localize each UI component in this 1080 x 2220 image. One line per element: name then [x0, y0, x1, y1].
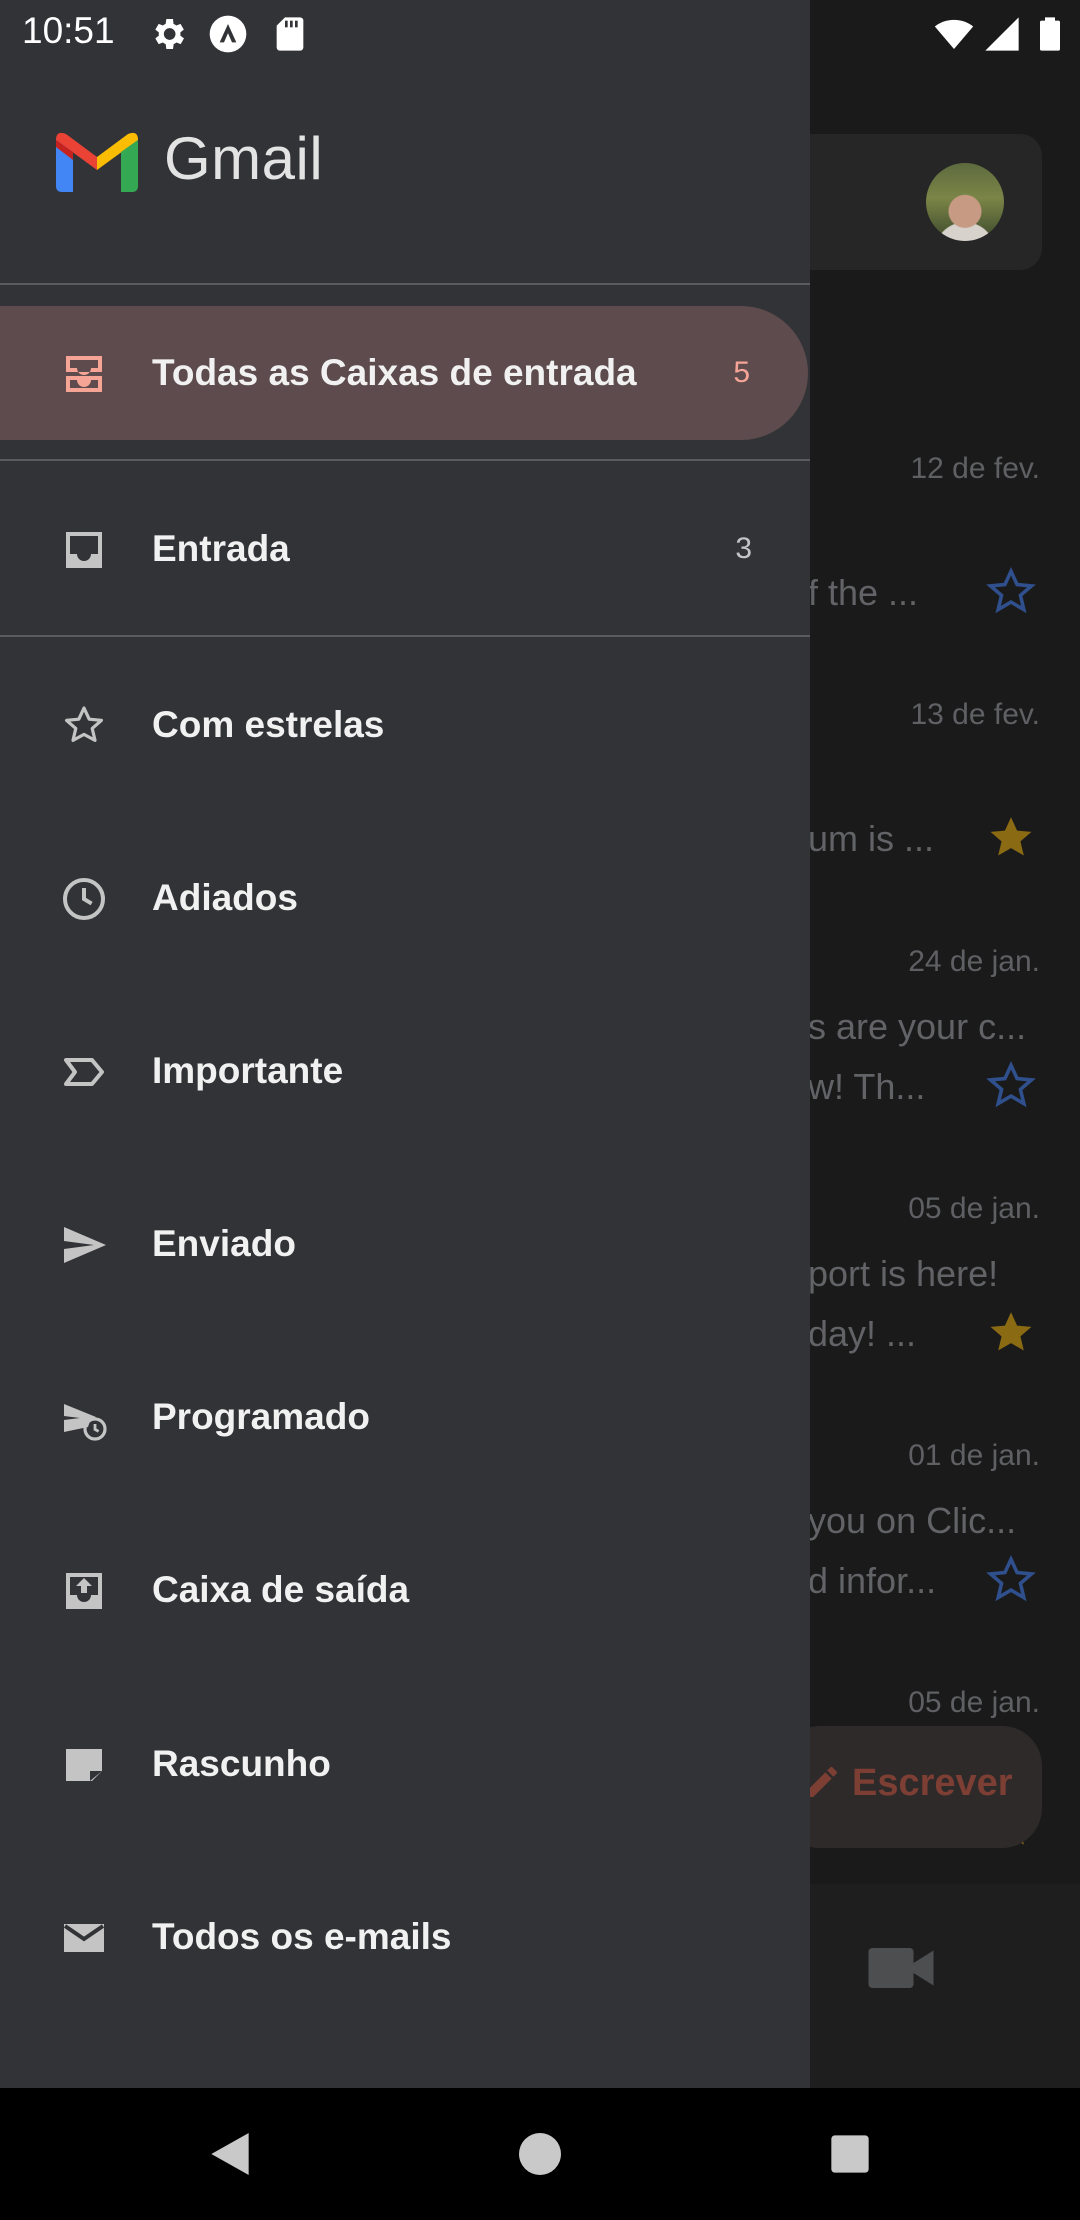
unread-count: 5	[733, 356, 750, 389]
email-snippet: port is here!	[808, 1253, 999, 1294]
cell-signal-icon	[985, 17, 1019, 51]
star-outline-icon[interactable]	[984, 1553, 1038, 1607]
email-snippet: you on Clic...	[808, 1500, 1017, 1541]
app-name: Gmail	[164, 125, 324, 192]
video-camera-icon[interactable]	[866, 1940, 936, 1996]
nav-label: Importante	[152, 1050, 344, 1091]
email-snippet: s are your c...	[808, 1006, 1027, 1047]
mail-icon	[63, 1924, 105, 1952]
divider	[0, 635, 810, 637]
nav-item-scheduled[interactable]: Programado	[0, 1350, 810, 1484]
account-avatar[interactable]	[926, 163, 1004, 241]
nav-item-snoozed[interactable]: Adiados	[0, 831, 810, 965]
system-navigation-bar	[0, 2088, 1080, 2220]
status-bar: 10:51	[0, 0, 1080, 68]
nav-label: Entrada	[152, 528, 290, 569]
nav-label: Com estrelas	[152, 704, 385, 745]
back-icon[interactable]	[202, 2126, 258, 2182]
email-date: 24 de jan.	[908, 945, 1040, 978]
email-date: 13 de fev.	[910, 698, 1040, 731]
schedule-send-icon	[64, 1404, 107, 1441]
send-icon	[64, 1227, 106, 1263]
email-date: 01 de jan.	[908, 1439, 1040, 1472]
star-outline-icon[interactable]	[984, 1059, 1038, 1113]
email-snippet: um is ...	[808, 818, 935, 859]
nav-item-inbox[interactable]: Entrada 3	[0, 482, 810, 616]
label-important-icon	[64, 1058, 104, 1086]
email-date: 12 de fev.	[910, 452, 1040, 485]
settings-icon	[155, 19, 184, 49]
nav-item-all-mail[interactable]: Todos os e-mails	[0, 1870, 810, 2004]
email-date: 05 de jan.	[908, 1686, 1040, 1719]
battery-icon	[1040, 17, 1060, 51]
star-filled-icon[interactable]	[984, 1306, 1038, 1360]
email-snippet: day! ...	[808, 1313, 917, 1354]
nav-item-important[interactable]: Importante	[0, 1004, 810, 1138]
divider	[0, 459, 810, 461]
star-outline-icon	[65, 706, 103, 742]
nav-label: Enviado	[152, 1223, 296, 1264]
email-snippet: d infor...	[808, 1560, 937, 1601]
clock-icon	[63, 878, 105, 920]
nav-item-all-inboxes[interactable]: Todas as Caixas de entrada 5	[0, 306, 808, 440]
divider	[0, 283, 810, 285]
draft-icon	[66, 1749, 102, 1781]
nav-label: Rascunho	[152, 1743, 331, 1784]
nav-item-outbox[interactable]: Caixa de saída	[0, 1523, 810, 1657]
recents-icon[interactable]	[822, 2126, 878, 2182]
outbox-icon	[66, 1573, 102, 1609]
gmail-logo-icon	[56, 132, 138, 192]
star-filled-icon[interactable]	[984, 811, 1038, 865]
nav-label: Caixa de saída	[152, 1569, 410, 1610]
navigation-drawer: Gmail Todas as Caixas de entrada 5 Entra…	[0, 0, 810, 2088]
nav-item-sent[interactable]: Enviado	[0, 1177, 810, 1311]
email-date: 05 de jan.	[908, 1192, 1040, 1225]
nav-label: Todos os e-mails	[152, 1916, 452, 1957]
all-inboxes-icon	[66, 356, 102, 392]
nav-label: Programado	[152, 1396, 370, 1437]
wifi-icon	[934, 19, 974, 49]
nav-label: Adiados	[152, 877, 298, 918]
sd-card-icon	[276, 17, 304, 51]
email-snippet: w! Th...	[808, 1066, 926, 1107]
compose-label: Escrever	[852, 1762, 1013, 1804]
app-alert-icon	[209, 15, 247, 53]
clock: 10:51	[22, 10, 115, 51]
home-icon[interactable]	[512, 2126, 568, 2182]
star-outline-icon[interactable]	[984, 565, 1038, 619]
nav-label: Todas as Caixas de entrada	[152, 352, 637, 393]
nav-item-drafts[interactable]: Rascunho	[0, 1697, 810, 1831]
inbox-icon	[66, 532, 102, 568]
unread-count: 3	[735, 532, 752, 565]
email-snippet: f the ...	[808, 572, 919, 613]
nav-item-starred[interactable]: Com estrelas	[0, 658, 810, 792]
